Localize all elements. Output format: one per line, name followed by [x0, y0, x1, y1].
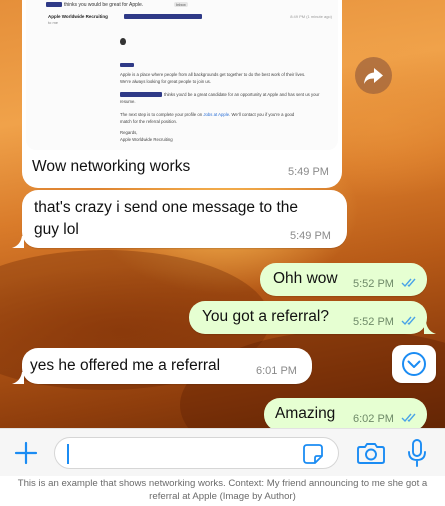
chat-area[interactable]: thinks you would be great for Apple. Inb…	[0, 0, 445, 428]
bubble-tail	[12, 236, 24, 248]
image-message-bubble[interactable]: thinks you would be great for Apple. Inb…	[22, 0, 342, 188]
email-inbox-badge: Inbox	[174, 2, 188, 7]
message-text: Ohh wow	[273, 270, 338, 287]
email-body-line: thinks you'd be a great candidate for an…	[164, 92, 320, 97]
camera-icon	[357, 443, 385, 464]
email-date: 8:49 PM (1 minute ago)	[290, 14, 332, 19]
email-body-line: The next step is to complete your profil…	[120, 112, 294, 117]
apple-logo-icon	[120, 38, 126, 45]
message-time: 5:52 PM	[353, 316, 394, 328]
message-time: 5:52 PM	[353, 278, 394, 290]
email-recipient: to me	[48, 20, 59, 25]
message-text: You got a referral?	[202, 308, 329, 325]
outgoing-message-bubble[interactable]: Amazing 6:02 PM	[264, 398, 427, 428]
email-body-text: The next step is to complete your profil…	[120, 112, 204, 117]
read-receipt-icon	[401, 316, 416, 326]
message-time: 6:02 PM	[353, 413, 394, 425]
email-sender: Apple Worldwide Recruiting	[48, 14, 108, 19]
message-text: yes he offered me a referral	[30, 357, 221, 374]
message-text-line: guy lol	[34, 221, 79, 238]
outgoing-message-bubble[interactable]: Ohh wow 5:52 PM	[260, 263, 427, 296]
email-screenshot[interactable]: thinks you would be great for Apple. Inb…	[26, 0, 338, 150]
incoming-message-bubble[interactable]: yes he offered me a referral 6:01 PM	[22, 348, 312, 384]
email-body-line: We're always looking for great people to…	[120, 79, 212, 84]
redacted-name	[120, 92, 162, 97]
text-caret	[67, 444, 69, 464]
email-signoff: Apple Worldwide Recruiting	[120, 137, 173, 142]
read-receipt-icon	[401, 413, 416, 423]
forward-button[interactable]	[355, 57, 392, 94]
outgoing-message-bubble[interactable]: You got a referral? 5:52 PM	[189, 301, 427, 334]
email-body-line: resume.	[120, 99, 136, 104]
attach-button[interactable]	[12, 439, 40, 467]
message-input-bar	[0, 428, 445, 476]
email-body-text: . We'll contact you if you're a good	[229, 112, 295, 117]
plus-icon	[14, 441, 38, 465]
bubble-tail	[424, 322, 436, 334]
email-body-line: match for the referral position.	[120, 119, 178, 124]
microphone-icon	[408, 439, 426, 467]
message-text-line: that's crazy i send one message to the	[34, 199, 299, 216]
sticker-icon	[303, 444, 323, 464]
redacted-email	[124, 14, 202, 19]
email-body-line: Apple is a place where people from all b…	[120, 72, 306, 77]
message-time: 6:01 PM	[256, 365, 297, 377]
message-time: 5:49 PM	[288, 166, 329, 178]
email-signoff: Regards,	[120, 130, 138, 135]
read-receipt-icon	[401, 278, 416, 288]
message-text: Amazing	[275, 405, 336, 422]
chevron-down-icon	[402, 352, 426, 376]
jobs-at-apple-link[interactable]: Jobs at Apple	[203, 112, 229, 117]
microphone-button[interactable]	[406, 438, 428, 468]
redacted-name	[120, 63, 134, 67]
redacted-name	[46, 2, 62, 7]
camera-button[interactable]	[356, 440, 386, 466]
scroll-to-bottom-button[interactable]	[392, 345, 436, 383]
image-caption: This is an example that shows networking…	[17, 478, 428, 502]
message-time: 5:49 PM	[290, 230, 331, 242]
incoming-message-bubble[interactable]: that's crazy i send one message to the g…	[22, 190, 347, 248]
email-subject: thinks you would be great for Apple.	[64, 2, 144, 8]
message-text: Wow networking works	[32, 158, 191, 175]
forward-arrow-icon	[364, 68, 383, 84]
sticker-button[interactable]	[302, 443, 324, 465]
message-input[interactable]	[54, 437, 339, 469]
bubble-tail	[12, 372, 24, 384]
